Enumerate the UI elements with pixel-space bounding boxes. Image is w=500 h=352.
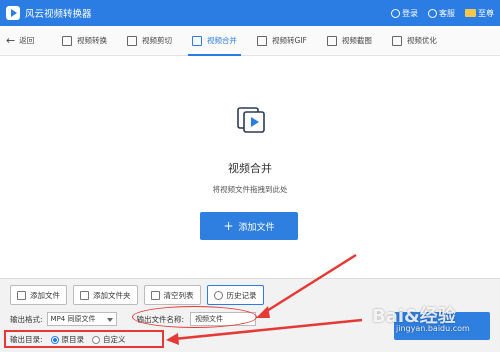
video-cut-icon <box>127 35 137 46</box>
tab-video-optimize[interactable]: 视频优化 <box>391 26 437 56</box>
vip-icon <box>465 9 476 17</box>
history-button[interactable]: 历史记录 <box>206 285 264 305</box>
merge-title: 视频合并 <box>228 162 272 175</box>
folder-icon <box>80 290 89 300</box>
clock-icon <box>213 290 223 300</box>
add-file-button[interactable]: 添加文件 <box>10 285 67 305</box>
add-file-main-label: 添加文件 <box>238 222 275 233</box>
service-label: 客服 <box>439 8 455 18</box>
radio-custom-dir[interactable] <box>92 335 101 344</box>
add-file-icon <box>17 290 26 300</box>
format-select[interactable]: MP4 同原文件 <box>46 312 117 326</box>
format-label: 输出格式: <box>10 314 43 324</box>
tab-video-merge[interactable]: 视频合并 <box>188 26 241 56</box>
tab-label: 视频合并 <box>207 36 237 45</box>
video-merge-large-icon <box>237 107 265 133</box>
login-button[interactable]: 登录 <box>391 8 418 19</box>
tab-video-gif[interactable]: 视频转GIF <box>257 26 307 56</box>
video-convert-icon <box>62 35 72 46</box>
tab-label: 视频转GIF <box>272 36 307 45</box>
add-folder-button[interactable]: 添加文件夹 <box>73 285 138 305</box>
title-bar: 风云视频转换器 登录 客服 至尊 <box>0 0 500 26</box>
back-label: 返回 <box>19 36 35 45</box>
back-button[interactable]: ← 返回 <box>6 35 46 46</box>
tab-label: 视频转换 <box>77 36 107 45</box>
original-dir-label: 原目录 <box>61 335 85 344</box>
clear-list-label: 清空列表 <box>163 290 194 300</box>
nav-toolbar: ← 返回 视频转换 视频剪切 视频合并 视频转GIF 视频截图 视频优化 <box>0 26 500 56</box>
custom-dir-label: 自定义 <box>103 335 126 344</box>
drop-area[interactable]: 视频合并 将视频文件拖拽到此处 + 添加文件 <box>0 56 500 278</box>
tab-label: 视频剪切 <box>142 36 172 45</box>
back-arrow-icon: ← <box>6 33 16 47</box>
gif-icon <box>257 35 267 46</box>
tab-label: 视频截图 <box>341 36 372 45</box>
filename-input[interactable] <box>190 312 257 326</box>
screenshot-icon <box>326 35 337 46</box>
trash-icon <box>150 290 160 300</box>
app-logo-icon <box>6 6 20 20</box>
tab-video-convert[interactable]: 视频转换 <box>62 26 107 56</box>
app-title: 风云视频转换器 <box>25 9 92 20</box>
video-merge-icon <box>192 35 202 46</box>
history-label: 历史记录 <box>226 290 257 300</box>
clear-list-button[interactable]: 清空列表 <box>143 285 201 305</box>
vip-button[interactable]: 至尊 <box>465 8 494 19</box>
drop-hint: 将视频文件拖拽到此处 <box>212 185 288 194</box>
tab-video-screenshot[interactable]: 视频截图 <box>326 26 372 56</box>
optimize-icon <box>391 35 402 46</box>
login-label: 登录 <box>402 8 418 18</box>
service-button[interactable]: 客服 <box>428 8 455 19</box>
add-folder-label: 添加文件夹 <box>93 290 131 300</box>
add-file-label: 添加文件 <box>30 290 60 300</box>
format-value: MP4 同原文件 <box>50 315 96 323</box>
plus-icon: + <box>223 219 234 233</box>
radio-original-dir[interactable] <box>50 335 59 344</box>
output-dir-label: 输出目录: <box>10 335 43 344</box>
vip-label: 至尊 <box>478 8 494 18</box>
filename-label: 输出文件名称: <box>136 314 185 324</box>
headset-icon <box>428 8 437 18</box>
tab-label: 视频优化 <box>406 36 437 45</box>
user-icon <box>391 8 400 18</box>
add-file-main-button[interactable]: + 添加文件 <box>200 212 298 240</box>
watermark-url: jingyan.baidu.com <box>396 324 470 333</box>
tab-video-cut[interactable]: 视频剪切 <box>127 26 172 56</box>
